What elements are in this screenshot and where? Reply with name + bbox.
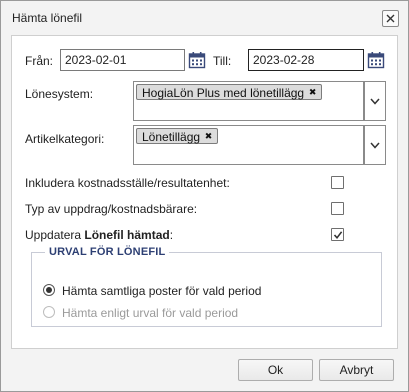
cancel-button[interactable]: Avbryt <box>319 359 394 381</box>
artikelkategori-label: Artikelkategori: <box>25 132 105 146</box>
include-cost-center-label: Inkludera kostnadsställe/resultatenhet: <box>25 176 230 190</box>
urval-legend: URVAL FÖR LÖNEFIL <box>49 246 166 258</box>
from-label: Från: <box>25 54 54 68</box>
radio-by-selection-label[interactable]: Hämta enligt urval för vald period <box>62 306 238 320</box>
check-icon <box>333 230 342 239</box>
close-icon <box>386 14 395 23</box>
radio-dot <box>46 287 52 293</box>
remove-tag-icon[interactable]: ✖ <box>204 132 213 141</box>
lonesystem-tag-label: HogiaLön Plus med lönetillägg <box>142 85 305 100</box>
lonesystem-label: Lönesystem: <box>25 87 94 101</box>
lonesystem-multiselect[interactable]: HogiaLön Plus med lönetillägg ✖ <box>133 81 364 121</box>
dialog-title: Hämta lönefil <box>12 11 83 25</box>
dialog-titlebar[interactable]: Hämta lönefil <box>1 1 408 34</box>
update-status-checkbox[interactable] <box>331 228 344 241</box>
artikelkategori-multiselect[interactable]: Lönetillägg ✖ <box>133 125 364 165</box>
assignment-type-label: Typ av uppdrag/kostnadsbärare: <box>25 202 198 216</box>
ok-button[interactable]: Ok <box>238 359 313 381</box>
artikelkategori-tag: Lönetillägg ✖ <box>136 128 219 144</box>
chevron-down-icon <box>370 142 380 149</box>
to-calendar-icon[interactable] <box>367 51 385 69</box>
dialog-hamta-lonefil: Hämta lönefil Från: Till: <box>0 0 409 392</box>
update-label-bold: Lönefil hämtad <box>84 228 170 242</box>
from-date-input[interactable] <box>60 49 185 71</box>
from-calendar-icon[interactable] <box>188 51 206 69</box>
artikelkategori-dropdown-button[interactable] <box>364 125 386 165</box>
radio-all-posts[interactable] <box>43 284 55 296</box>
assignment-type-checkbox[interactable] <box>331 202 344 215</box>
remove-tag-icon[interactable]: ✖ <box>308 88 317 97</box>
dialog-content: Från: Till: Lön <box>11 35 398 349</box>
lonesystem-dropdown-button[interactable] <box>364 81 386 121</box>
update-label-suffix: : <box>169 228 174 242</box>
update-status-label: Uppdatera Lönefil hämtad: <box>25 228 173 242</box>
radio-all-posts-label[interactable]: Hämta samtliga poster för vald period <box>62 284 261 298</box>
to-label: Till: <box>213 54 232 68</box>
include-cost-center-checkbox[interactable] <box>331 176 344 189</box>
chevron-down-icon <box>370 98 380 105</box>
artikelkategori-tag-label: Lönetillägg <box>142 129 201 144</box>
lonesystem-tag: HogiaLön Plus med lönetillägg ✖ <box>136 84 323 100</box>
radio-by-selection[interactable] <box>43 306 55 318</box>
update-label-prefix: Uppdatera <box>25 228 82 242</box>
to-date-input[interactable] <box>248 49 364 71</box>
close-button[interactable] <box>382 10 399 27</box>
